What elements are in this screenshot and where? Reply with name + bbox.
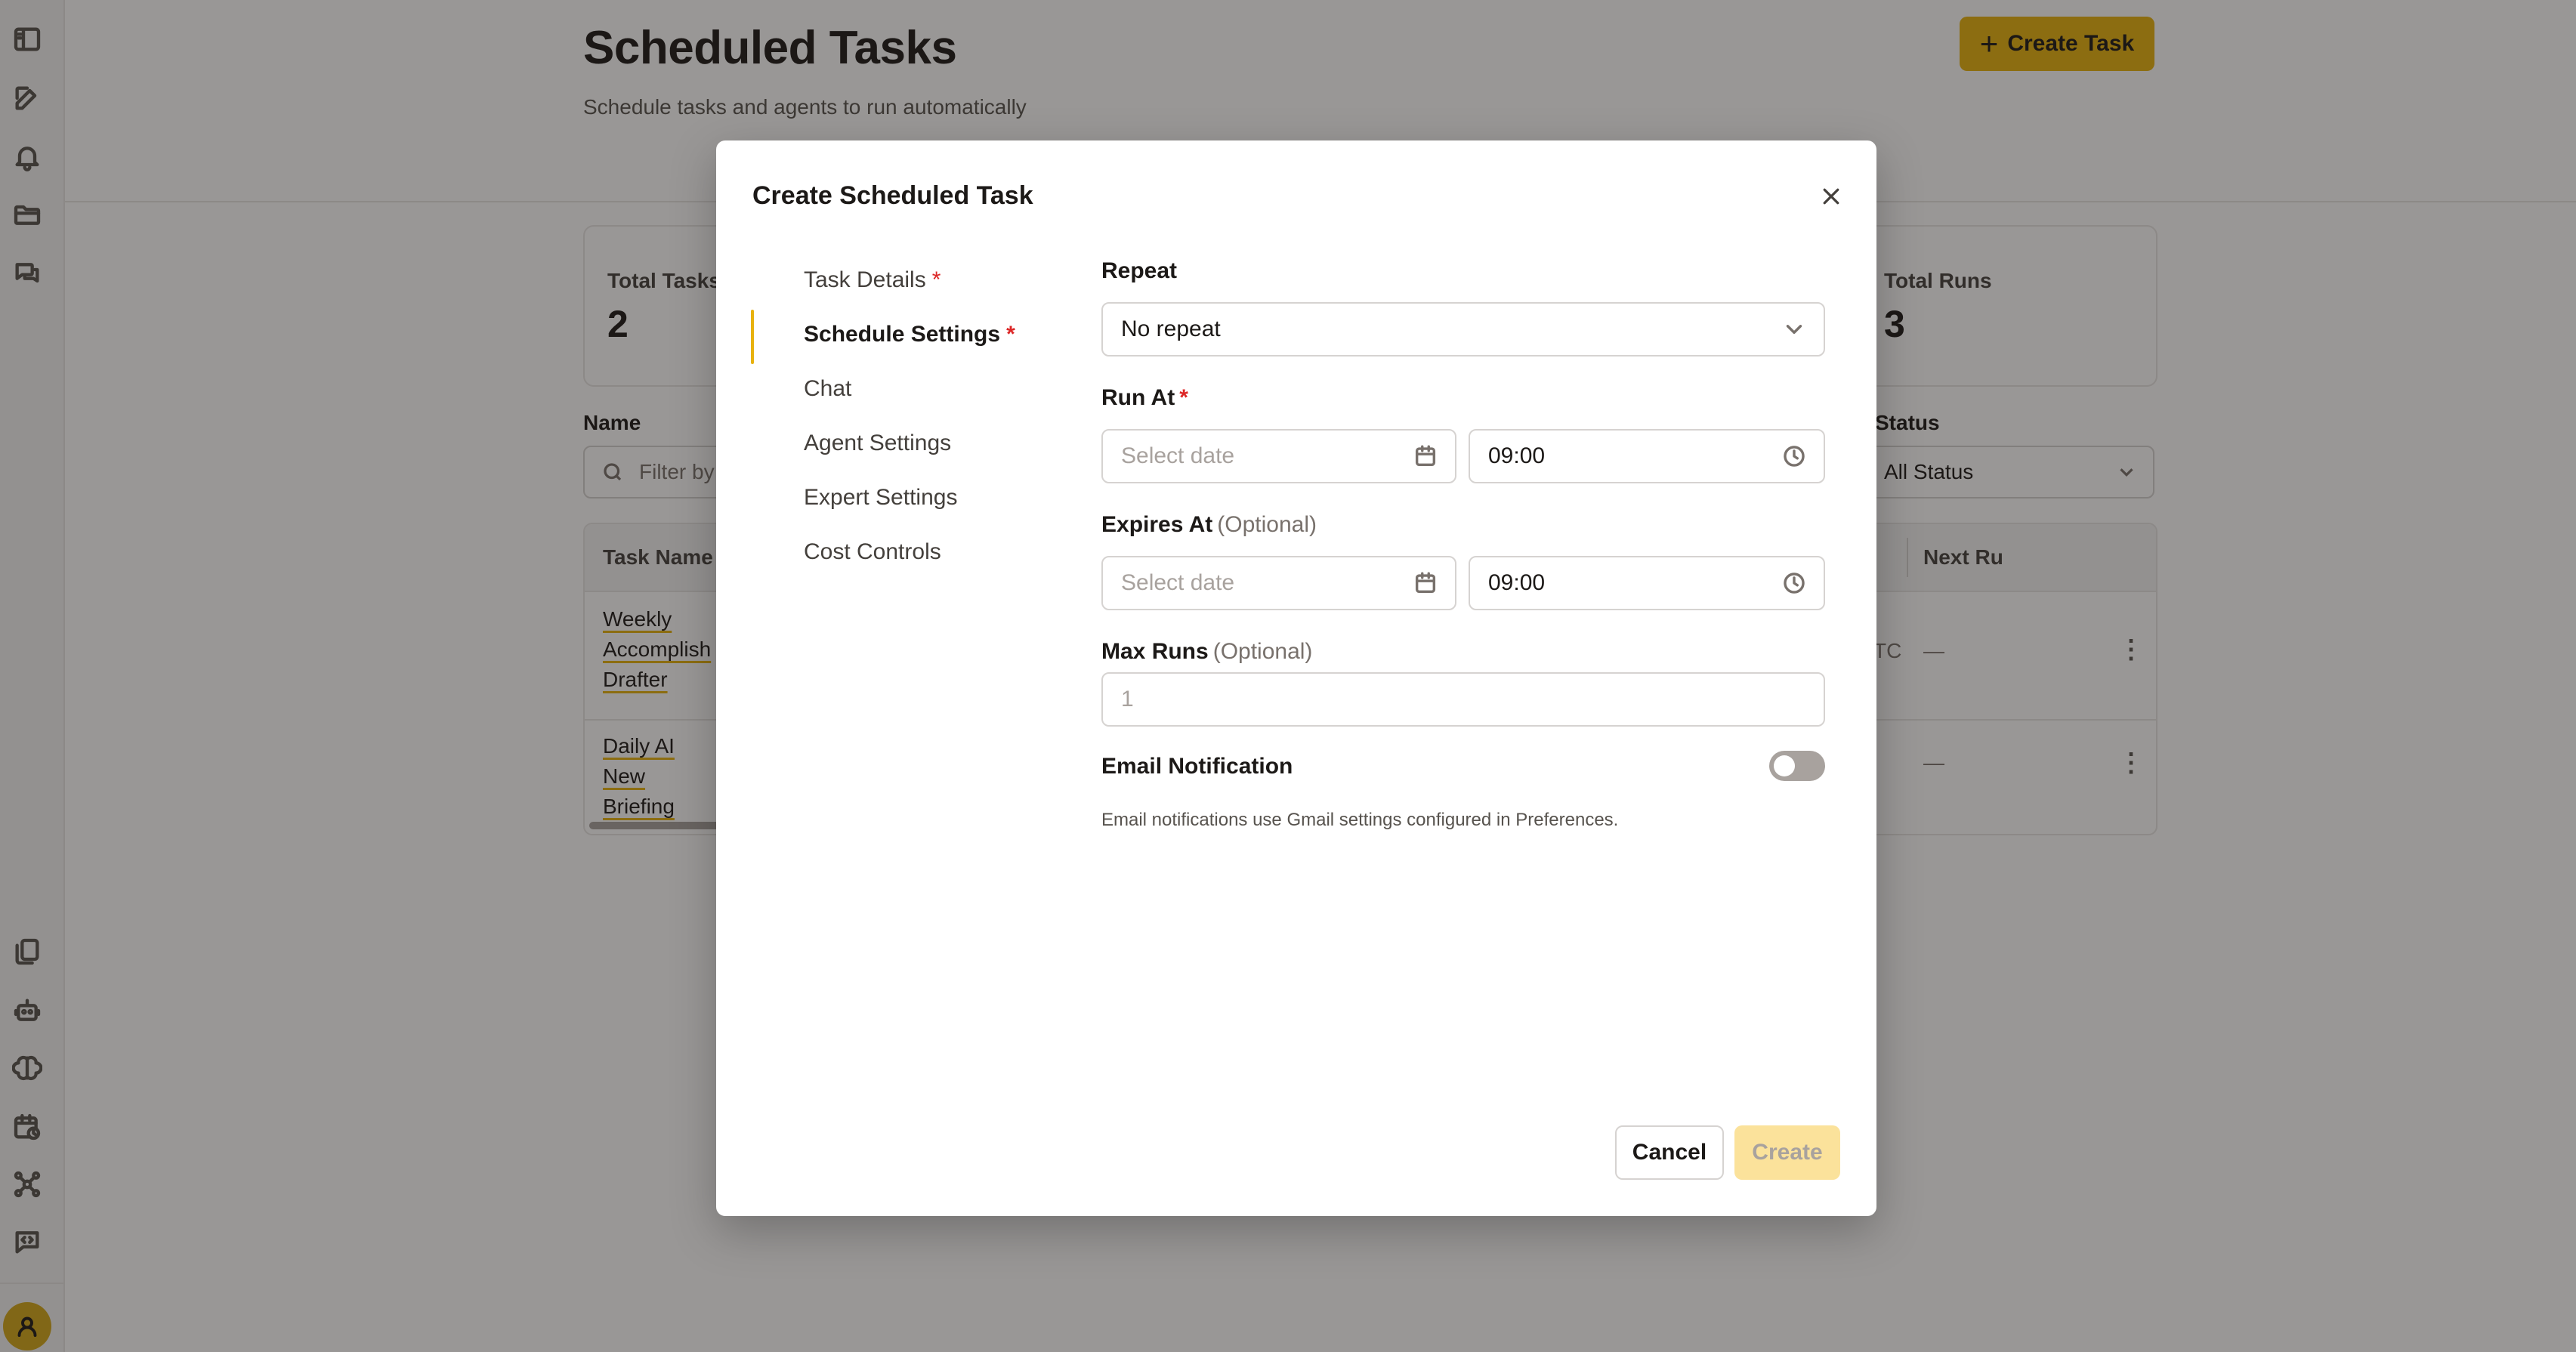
date-placeholder: Select date: [1121, 443, 1235, 468]
dialog-title: Create Scheduled Task: [752, 181, 1033, 210]
tab-label: Task Details: [804, 267, 926, 292]
tab-cost-controls[interactable]: Cost Controls: [804, 539, 941, 565]
optional-marker: (Optional): [1217, 512, 1317, 537]
cancel-button[interactable]: Cancel: [1615, 1125, 1724, 1180]
max-runs-label-text: Max Runs: [1101, 639, 1209, 664]
clock-icon: [1781, 570, 1807, 596]
repeat-select[interactable]: No repeat: [1101, 302, 1825, 357]
expires-at-time-picker[interactable]: 09:00: [1469, 556, 1825, 610]
toggle-knob: [1774, 755, 1795, 776]
run-at-date-picker[interactable]: Select date: [1101, 429, 1456, 483]
create-scheduled-task-dialog: Create Scheduled Task Task Details * Sche…: [716, 140, 1876, 1216]
tab-schedule-settings[interactable]: Schedule Settings *: [804, 322, 1015, 347]
date-placeholder: Select date: [1121, 570, 1235, 595]
clock-icon: [1781, 443, 1807, 469]
email-notification-hint: Email notifications use Gmail settings c…: [1101, 810, 1619, 830]
scheduled-tasks-page: Scheduled Tasks Schedule tasks and agent…: [0, 0, 2576, 1352]
required-marker: *: [1179, 385, 1188, 410]
close-icon[interactable]: [1816, 181, 1846, 211]
time-value: 09:00: [1488, 570, 1546, 595]
expires-at-label-text: Expires At: [1101, 512, 1213, 537]
calendar-icon: [1413, 570, 1438, 596]
active-tab-indicator: [751, 310, 754, 364]
tab-label: Schedule Settings: [804, 322, 1001, 347]
repeat-label: Repeat: [1101, 258, 1178, 283]
required-marker: *: [931, 267, 941, 292]
max-runs-input[interactable]: 1: [1101, 672, 1825, 727]
expires-at-label: Expires At (Optional): [1101, 512, 1317, 538]
create-button[interactable]: Create: [1734, 1125, 1840, 1180]
repeat-value: No repeat: [1121, 316, 1221, 341]
run-at-time-picker[interactable]: 09:00: [1469, 429, 1825, 483]
tab-chat[interactable]: Chat: [804, 376, 851, 402]
tab-agent-settings[interactable]: Agent Settings: [804, 431, 951, 456]
tab-task-details[interactable]: Task Details *: [804, 267, 941, 293]
chevron-down-icon: [1781, 316, 1807, 342]
tab-expert-settings[interactable]: Expert Settings: [804, 485, 957, 511]
required-marker: *: [1006, 322, 1015, 347]
run-at-label: Run At *: [1101, 385, 1188, 411]
optional-marker: (Optional): [1212, 639, 1313, 664]
email-notification-label: Email Notification: [1101, 754, 1293, 779]
calendar-icon: [1413, 443, 1438, 469]
time-value: 09:00: [1488, 443, 1546, 468]
run-at-label-text: Run At: [1101, 385, 1175, 410]
email-notification-toggle[interactable]: [1769, 751, 1825, 781]
expires-at-date-picker[interactable]: Select date: [1101, 556, 1456, 610]
max-runs-placeholder: 1: [1121, 687, 1134, 711]
max-runs-label: Max Runs (Optional): [1101, 639, 1312, 665]
